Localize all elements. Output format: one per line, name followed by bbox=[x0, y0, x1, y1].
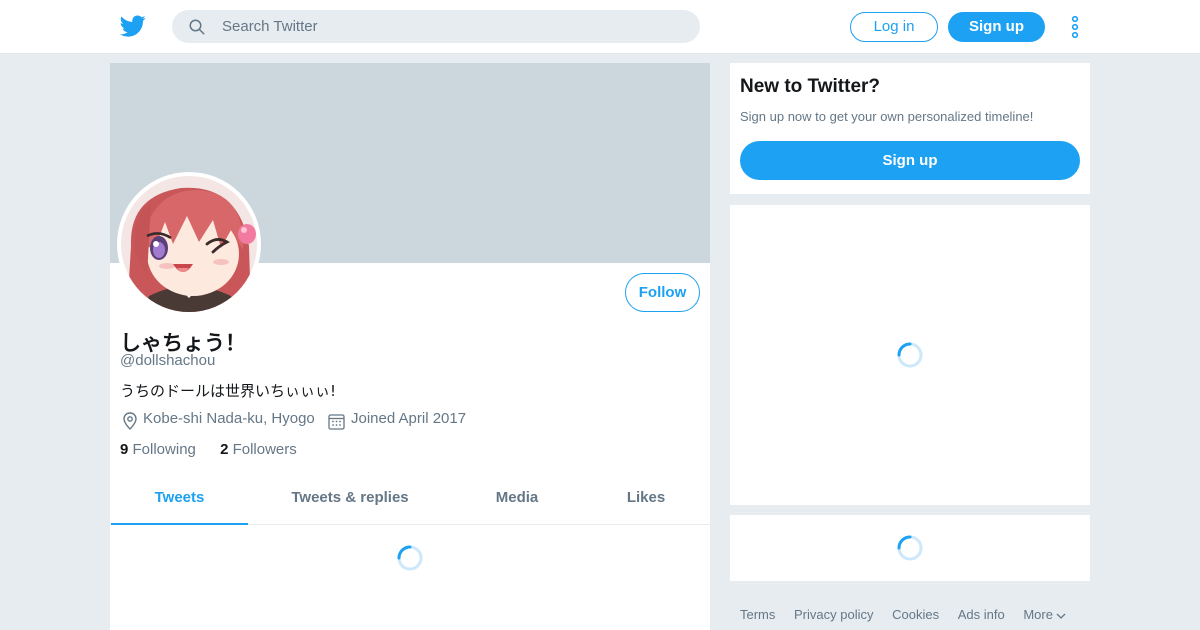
search-icon bbox=[189, 19, 205, 35]
tab-likes[interactable]: Likes bbox=[616, 473, 676, 525]
loading-spinner-icon bbox=[897, 342, 923, 368]
signup-button[interactable]: Sign up bbox=[948, 12, 1045, 42]
chevron-down-icon bbox=[1056, 613, 1066, 619]
search-box[interactable] bbox=[172, 10, 700, 43]
profile-bio: うちのドールは世界いちぃぃぃ! bbox=[120, 382, 337, 400]
tab-media[interactable]: Media bbox=[480, 473, 554, 525]
footer-link-terms[interactable]: Terms bbox=[740, 607, 775, 622]
location-pin-icon bbox=[123, 412, 137, 430]
signup-card: New to Twitter? Sign up now to get your … bbox=[730, 63, 1090, 194]
sidebar-module-loading-small bbox=[730, 515, 1090, 581]
calendar-icon bbox=[328, 414, 345, 430]
footer-link-ads-info[interactable]: Ads info bbox=[958, 607, 1005, 622]
footer-link-privacy[interactable]: Privacy policy bbox=[794, 607, 873, 622]
profile-join-date: Joined April 2017 bbox=[351, 410, 467, 427]
loading-spinner-icon bbox=[397, 545, 423, 571]
twitter-bird-icon[interactable] bbox=[120, 13, 146, 39]
login-button[interactable]: Log in bbox=[850, 12, 938, 42]
following-label: Following bbox=[132, 441, 196, 458]
profile-tabs: Tweets Tweets & replies Media Likes bbox=[110, 473, 710, 525]
top-navigation-bar: Log in Sign up bbox=[0, 0, 1200, 54]
profile-location: Kobe-shi Nada-ku, Hyogo bbox=[143, 410, 315, 427]
profile-stats: 9 Following 2 Followers bbox=[120, 441, 297, 458]
tab-tweets-and-replies[interactable]: Tweets & replies bbox=[280, 473, 420, 525]
sidebar-module-loading bbox=[730, 205, 1090, 505]
tab-tweets[interactable]: Tweets bbox=[111, 473, 248, 525]
avatar-image bbox=[121, 176, 257, 312]
more-options-icon[interactable] bbox=[1068, 14, 1082, 40]
footer-links: Terms Privacy policy Cookies Ads info Mo… bbox=[740, 607, 1081, 622]
search-input[interactable] bbox=[222, 10, 682, 43]
avatar[interactable] bbox=[117, 172, 261, 316]
sidebar-signup-button[interactable]: Sign up bbox=[740, 141, 1080, 180]
followers-count: 2 bbox=[220, 441, 229, 458]
footer-link-cookies[interactable]: Cookies bbox=[892, 607, 939, 622]
signup-subtitle: Sign up now to get your own personalized… bbox=[740, 109, 1034, 124]
following-stat[interactable]: 9 Following bbox=[120, 441, 196, 458]
followers-stat[interactable]: 2 Followers bbox=[220, 441, 297, 458]
profile-card: Follow しゃちょう！ @dollshachou うちのドールは世界いちぃぃ… bbox=[110, 63, 710, 630]
following-count: 9 bbox=[120, 441, 129, 458]
followers-label: Followers bbox=[232, 441, 297, 458]
follow-button[interactable]: Follow bbox=[625, 273, 700, 312]
loading-spinner-icon bbox=[897, 535, 923, 561]
footer-link-more[interactable]: More bbox=[1023, 607, 1066, 622]
profile-handle: @dollshachou bbox=[120, 352, 216, 369]
footer-more-label: More bbox=[1023, 607, 1053, 622]
signup-title: New to Twitter? bbox=[740, 76, 881, 97]
